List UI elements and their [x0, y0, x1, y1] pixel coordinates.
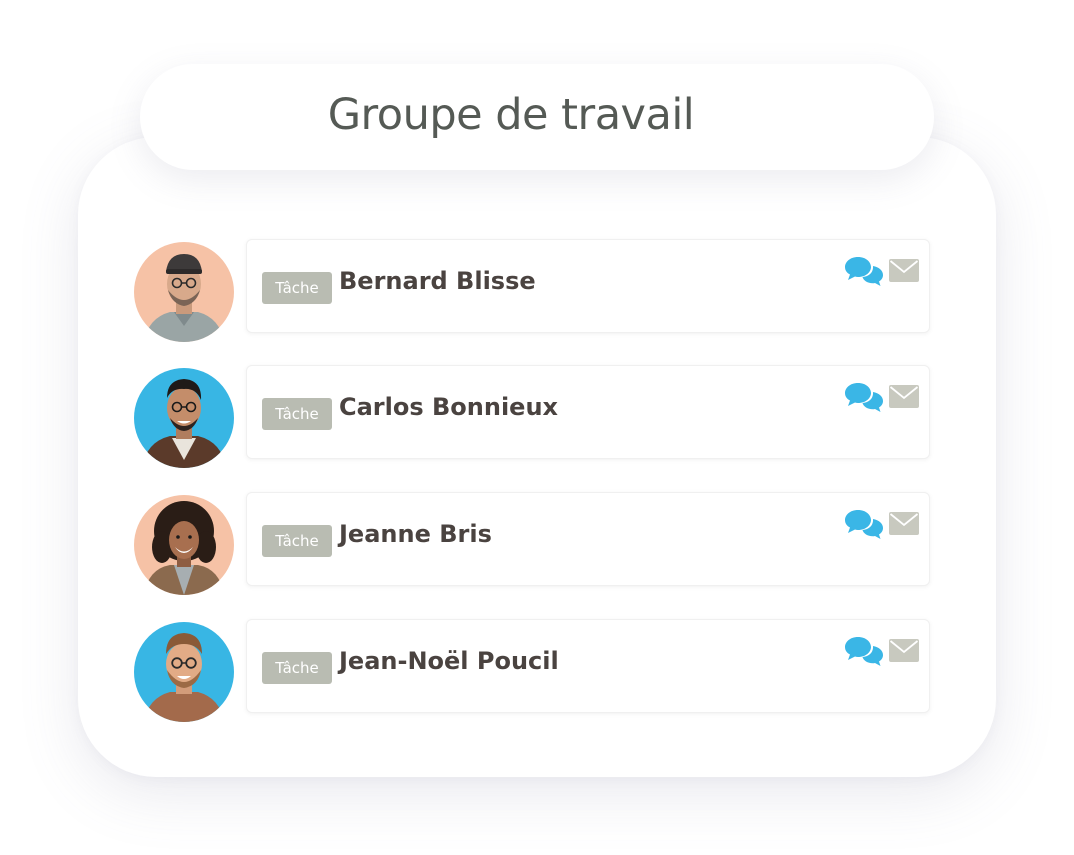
envelope-icon[interactable] [889, 259, 919, 282]
member-name: Jean-Noël Poucil [339, 647, 559, 675]
avatar [134, 495, 234, 595]
member-row: Tâche Jeanne Bris [134, 492, 930, 595]
chat-bubbles-icon[interactable] [844, 255, 884, 287]
member-row: Tâche Bernard Blisse [134, 239, 930, 342]
chat-bubbles-icon[interactable] [844, 381, 884, 413]
member-card[interactable]: Tâche Bernard Blisse [246, 239, 930, 333]
member-row: Tâche Jean-Noël Poucil [134, 619, 930, 722]
avatar [134, 368, 234, 468]
member-name: Jeanne Bris [339, 520, 492, 548]
avatar [134, 242, 234, 342]
member-name: Bernard Blisse [339, 267, 536, 295]
avatar-portrait-icon [134, 622, 234, 722]
envelope-icon[interactable] [889, 512, 919, 535]
member-row: Tâche Carlos Bonnieux [134, 365, 930, 468]
work-group-widget: Groupe de travail Tâche Bernard Blisse T… [0, 0, 1074, 855]
chat-bubbles-icon[interactable] [844, 508, 884, 540]
task-badge[interactable]: Tâche [262, 652, 332, 684]
member-name: Carlos Bonnieux [339, 393, 559, 421]
member-card[interactable]: Tâche Jeanne Bris [246, 492, 930, 586]
avatar-portrait-icon [134, 368, 234, 468]
avatar-portrait-icon [134, 242, 234, 342]
task-badge[interactable]: Tâche [262, 398, 332, 430]
member-card[interactable]: Tâche Carlos Bonnieux [246, 365, 930, 459]
envelope-icon[interactable] [889, 639, 919, 662]
member-list: Tâche Bernard Blisse Tâche Carlos Bonnie… [0, 0, 1074, 855]
chat-bubbles-icon[interactable] [844, 635, 884, 667]
avatar-portrait-icon [134, 495, 234, 595]
envelope-icon[interactable] [889, 385, 919, 408]
task-badge[interactable]: Tâche [262, 525, 332, 557]
task-badge[interactable]: Tâche [262, 272, 332, 304]
member-card[interactable]: Tâche Jean-Noël Poucil [246, 619, 930, 713]
avatar [134, 622, 234, 722]
